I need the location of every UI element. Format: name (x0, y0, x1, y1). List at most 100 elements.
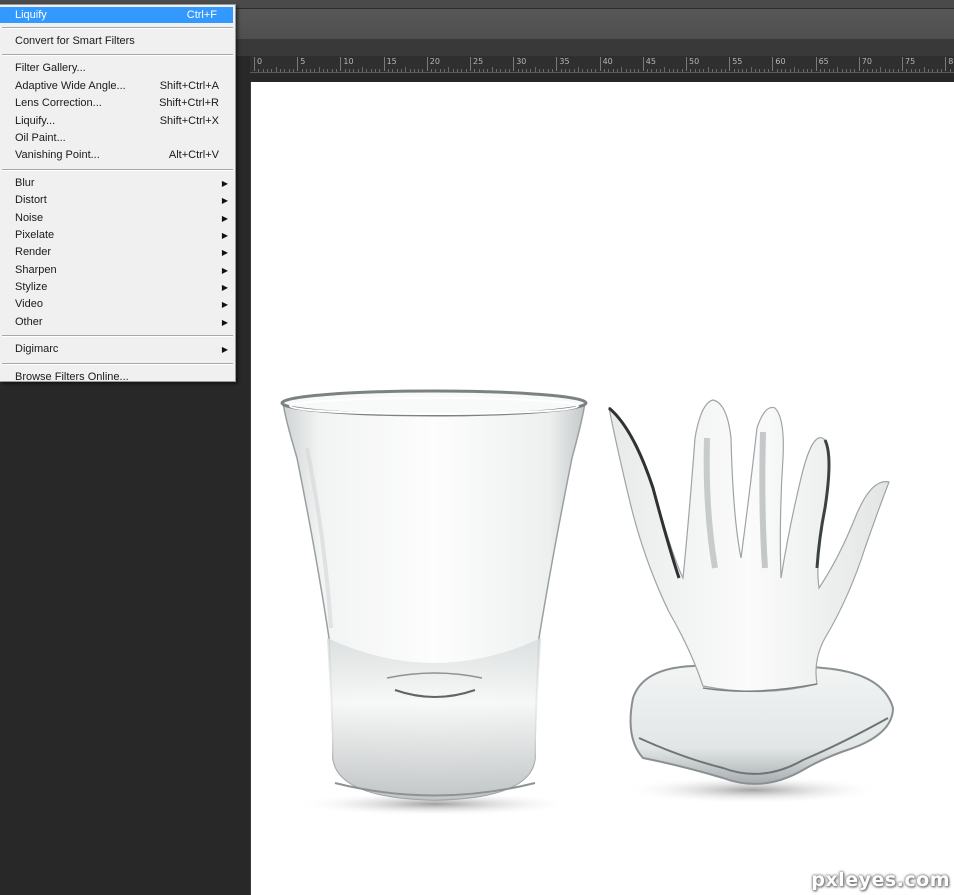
ruler-minor-tick (914, 69, 916, 72)
menu-item-noise[interactable]: Noise ▶ (0, 210, 235, 227)
menu-item-shortcut: Shift+Ctrl+X (159, 114, 219, 127)
ruler-minor-tick (910, 69, 912, 72)
ruler-minor-tick (906, 69, 908, 72)
ruler-minor-tick (841, 69, 843, 72)
ruler-minor-tick (819, 69, 821, 72)
ruler-minor-tick (327, 69, 329, 72)
menu-item-other[interactable]: Other ▶ (0, 314, 235, 331)
ruler-minor-tick (271, 69, 273, 72)
ruler-minor-tick (940, 69, 942, 72)
menu-separator (2, 168, 233, 171)
ruler-tick-label: 20 (426, 57, 440, 71)
ruler-minor-tick (357, 69, 359, 72)
ruler-minor-tick (465, 69, 467, 72)
ruler-minor-tick (387, 69, 389, 72)
menu-item-pixelate[interactable]: Pixelate ▶ (0, 227, 235, 244)
menu-item-label: Other (15, 315, 43, 328)
submenu-arrow-icon: ▶ (221, 345, 228, 355)
menu-item-vanishing-point[interactable]: Vanishing Point... Alt+Ctrl+V (0, 147, 235, 164)
horizontal-ruler[interactable]: 0 5 10 15 20 25 30 35 40 45 50 55 60 65 70 75 8 (250, 56, 954, 73)
menu-separator (2, 54, 233, 57)
menu-item-filter-gallery[interactable]: Filter Gallery... (0, 60, 235, 77)
ruler-minor-tick (889, 69, 891, 72)
liquified-hand-image (608, 399, 895, 804)
ruler-minor-tick (698, 69, 700, 72)
ruler-minor-tick (707, 67, 709, 72)
ruler-minor-tick (487, 69, 489, 72)
menu-item-browse-filters-online[interactable]: Browse Filters Online... (0, 369, 235, 386)
ruler-tick-label: 45 (642, 57, 656, 71)
menu-item-label: Sharpen (15, 263, 57, 276)
document-canvas[interactable]: pxleyes.com (251, 82, 954, 895)
ruler-minor-tick (586, 69, 588, 72)
ruler-minor-tick (612, 69, 614, 72)
ruler-minor-tick (616, 69, 618, 72)
menu-item-label: Liquify (15, 9, 47, 21)
ruler-minor-tick (258, 69, 260, 72)
menu-item-adaptive-wide-angle[interactable]: Adaptive Wide Angle... Shift+Ctrl+A (0, 78, 235, 95)
ruler-minor-tick (534, 67, 536, 72)
ruler-minor-tick (768, 69, 770, 72)
ruler-minor-tick (811, 69, 813, 72)
ruler-minor-tick (530, 69, 532, 72)
ruler-minor-tick (262, 69, 264, 72)
ruler-minor-tick (526, 69, 528, 72)
menu-item-video[interactable]: Video ▶ (0, 296, 235, 313)
ruler-minor-tick (400, 69, 402, 72)
ruler-minor-tick (763, 69, 765, 72)
ruler-minor-tick (595, 69, 597, 72)
menu-item-oil-paint[interactable]: Oil Paint... (0, 130, 235, 147)
menu-item-blur[interactable]: Blur ▶ (0, 175, 235, 192)
ruler-minor-tick (949, 69, 951, 72)
menu-item-label: Distort (15, 194, 47, 207)
menu-item-lens-correction[interactable]: Lens Correction... Shift+Ctrl+R (0, 95, 235, 112)
ruler-minor-tick (603, 69, 605, 72)
ruler-minor-tick (344, 69, 346, 72)
menu-item-liquify[interactable]: Liquify... Shift+Ctrl+X (0, 113, 235, 130)
menu-item-render[interactable]: Render ▶ (0, 244, 235, 261)
ruler-minor-tick (521, 69, 523, 72)
ruler-minor-tick (292, 69, 294, 72)
ruler-minor-tick (716, 69, 718, 72)
ruler-minor-tick (681, 69, 683, 72)
submenu-arrow-icon: ▶ (221, 317, 228, 327)
ruler-minor-tick (543, 69, 545, 72)
menu-separator (2, 362, 233, 365)
menu-item-last-filter[interactable]: Liquify Ctrl+F (0, 7, 233, 23)
ruler-minor-tick (362, 67, 363, 72)
menu-item-convert-smart-filters[interactable]: Convert for Smart Filters (0, 33, 235, 50)
ruler-minor-tick (482, 69, 484, 72)
menu-item-shortcut: Ctrl+F (186, 9, 217, 21)
ruler-minor-tick (431, 69, 433, 72)
menu-item-label: Vanishing Point... (15, 149, 100, 162)
ruler-minor-tick (621, 67, 623, 72)
menu-item-distort[interactable]: Distort ▶ (0, 192, 235, 209)
submenu-arrow-icon: ▶ (221, 265, 228, 275)
ruler-minor-tick (703, 69, 705, 72)
ruler-minor-tick (370, 69, 372, 72)
ruler-minor-tick (776, 69, 778, 72)
menu-item-label: Oil Paint... (15, 131, 66, 144)
ruler-minor-tick (301, 69, 303, 72)
ruler-minor-tick (668, 69, 670, 72)
menu-item-label: Digimarc (15, 343, 59, 356)
menu-item-stylize[interactable]: Stylize ▶ (0, 279, 235, 296)
menu-item-digimarc[interactable]: Digimarc ▶ (0, 341, 235, 358)
ruler-tick-label: 10 (340, 57, 354, 71)
filter-menu[interactable]: Liquify Ctrl+F Convert for Smart Filters… (0, 4, 236, 383)
shot-glass-image (280, 389, 588, 816)
ruler-minor-tick (573, 69, 575, 72)
ruler-tick-label: 30 (513, 57, 526, 71)
ruler-minor-tick (422, 69, 424, 72)
ruler-minor-tick (664, 67, 666, 72)
ruler-minor-tick (742, 69, 744, 72)
ruler-minor-tick (638, 69, 640, 72)
ruler-minor-tick (448, 67, 450, 72)
ruler-minor-tick (625, 69, 627, 72)
menu-item-sharpen[interactable]: Sharpen ▶ (0, 262, 235, 279)
menu-item-label: Noise (15, 211, 44, 224)
ruler-minor-tick (863, 69, 865, 72)
ruler-minor-tick (366, 69, 368, 72)
submenu-arrow-icon: ▶ (221, 230, 228, 240)
ruler-minor-tick (832, 69, 834, 72)
